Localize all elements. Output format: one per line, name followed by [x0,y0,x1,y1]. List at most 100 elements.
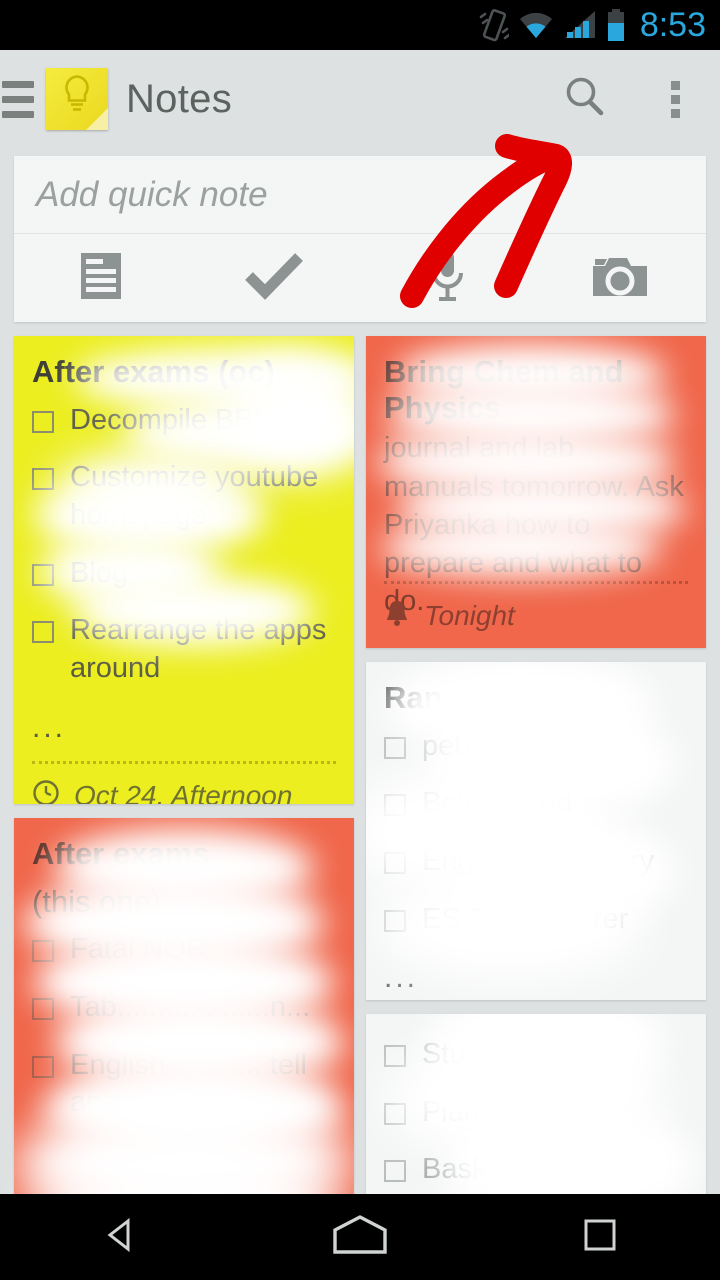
checkbox-icon[interactable] [384,1102,406,1125]
notes-grid: After exams (oc) Decompile BBM apk Custo… [0,336,720,1216]
vibrate-icon [479,8,509,42]
checklist-item-label: English Dictionary [422,845,655,878]
checklist-item[interactable]: Fatal NOR [32,931,336,969]
checkbox-icon[interactable] [32,997,54,1020]
checkbox-icon[interactable] [384,852,406,875]
checklist-item[interactable]: English Dictionary [384,843,688,881]
checklist-item-label: Piano [422,1095,497,1128]
note-card[interactable]: After exams (oc) Decompile BBM apk Custo… [14,336,354,804]
checkbox-icon[interactable] [32,1055,54,1078]
voice-note-button[interactable] [360,249,533,308]
note-card[interactable]: After exams (this one) Fatal NOR Tab....… [14,818,354,1198]
search-icon [562,74,608,125]
note-title: After exams [32,836,210,871]
note-more-indicator: ... [384,961,419,995]
note-body: Decompile BBM apk Customize youtube home… [32,402,336,748]
text-note-button[interactable] [14,250,187,307]
note-card[interactable]: Ran pebble BeyondPod English Dictionary [366,662,706,1000]
note-title: Bring Chem and Physics [384,354,624,425]
microphone-icon [427,249,467,308]
checklist-item[interactable]: Blog [32,555,336,593]
checklist-item[interactable]: Piano [384,1094,688,1132]
home-button[interactable] [240,1212,480,1263]
search-button[interactable] [540,50,630,148]
text-note-icon [77,250,125,307]
note-title: Ran [384,680,443,715]
checklist-item-label: Rearrange the apps around [70,614,327,685]
checkbox-icon[interactable] [384,1045,406,1067]
notes-column-right: Bring Chem and Physics journal and lab m… [366,336,706,1216]
checklist-item[interactable]: Studies [384,1036,688,1074]
status-bar: 8:53 [0,0,720,50]
navigation-bar [0,1194,720,1280]
checkbox-icon[interactable] [384,736,406,759]
checkbox-icon[interactable] [384,909,406,932]
bell-icon [384,599,410,634]
checklist-item[interactable]: Customize youtube homepage [32,459,336,534]
checkbox-icon[interactable] [32,468,54,491]
overflow-menu-button[interactable] [630,50,720,148]
checkbox-icon[interactable] [384,794,406,817]
camera-icon [591,252,649,305]
back-icon [98,1215,142,1260]
checklist-item-label: Tab...................n... [70,990,311,1023]
checklist-item-label: Studies [422,1038,519,1070]
keep-notes-icon[interactable] [46,68,108,130]
notes-column-left: After exams (oc) Decompile BBM apk Custo… [14,336,354,1216]
checkbox-icon[interactable] [32,621,54,644]
checklist-item-label: Blog [70,556,129,589]
signal-icon [563,10,597,40]
checkbox-icon[interactable] [32,563,54,586]
battery-icon [606,9,626,41]
overflow-menu-icon [670,76,680,123]
checklist-item[interactable]: English ........... tell anand to UC is … [32,1047,336,1122]
recents-button[interactable] [480,1212,720,1263]
note-card[interactable]: Studies Piano Basketball/Run [366,1014,706,1210]
checklist-item[interactable]: Rearrange the apps around [32,612,336,687]
note-subtitle: (this one) [32,883,162,919]
checklist-item-label: Customize youtube homepage [70,461,319,532]
note-body: Studies Piano Basketball/Run [384,1036,688,1189]
wifi-icon [518,10,554,40]
checklist-item-label: Decompile BBM apk [70,403,333,436]
checklist-item[interactable]: ES File explorer [384,901,688,939]
clock-icon [32,779,60,804]
quick-note-input[interactable]: Add quick note [14,156,706,234]
checklist-icon [243,250,305,307]
checklist-button[interactable] [187,250,360,307]
note-more-indicator: ... [32,710,67,744]
checklist-item-label: English ........... tell anand to UC is … [70,1048,307,1119]
camera-note-button[interactable] [533,252,706,305]
checklist-item[interactable]: Tab...................n... [32,989,336,1027]
note-footer: Tonight [384,584,515,648]
checkbox-icon[interactable] [384,1160,406,1183]
recents-icon [577,1212,623,1263]
phone-screen: 8:53 Notes Add quick note After exams (o… [0,0,720,1280]
checklist-item-label: Basketball/Run [422,1153,618,1186]
checklist-item-label: pebble [422,729,510,762]
checklist-item[interactable]: Basketball/Run [384,1151,688,1189]
action-bar: Notes [0,50,720,148]
note-footer: Oct 24, Afternoon [32,764,336,804]
checkbox-icon[interactable] [32,940,54,963]
status-clock: 8:53 [639,5,706,44]
checklist-item[interactable]: BeyondPod [384,785,688,823]
back-button[interactable] [0,1215,240,1260]
note-body: Fatal NOR Tab...................n... Eng… [32,931,336,1122]
checklist-item[interactable]: Decompile BBM apk [32,402,336,440]
checklist-item-label: BeyondPod [422,787,572,820]
checklist-item-label: ES File explorer [422,902,629,935]
checklist-item[interactable]: pebble [384,728,688,766]
note-body: pebble BeyondPod English Dictionary ES F… [384,728,688,998]
note-title: After exams (oc) [32,354,275,389]
checklist-item-label: Fatal NOR [70,933,207,966]
note-footer-label: Oct 24, Afternoon [74,780,293,804]
checkbox-icon[interactable] [32,410,54,433]
home-icon [325,1212,395,1263]
page-fold-corner [86,108,108,130]
note-card[interactable]: Bring Chem and Physics journal and lab m… [366,336,706,648]
quick-note-card: Add quick note [14,156,706,322]
page-title: Notes [126,76,232,121]
hamburger-menu-icon[interactable] [2,50,36,148]
note-footer-label: Tonight [424,600,515,631]
